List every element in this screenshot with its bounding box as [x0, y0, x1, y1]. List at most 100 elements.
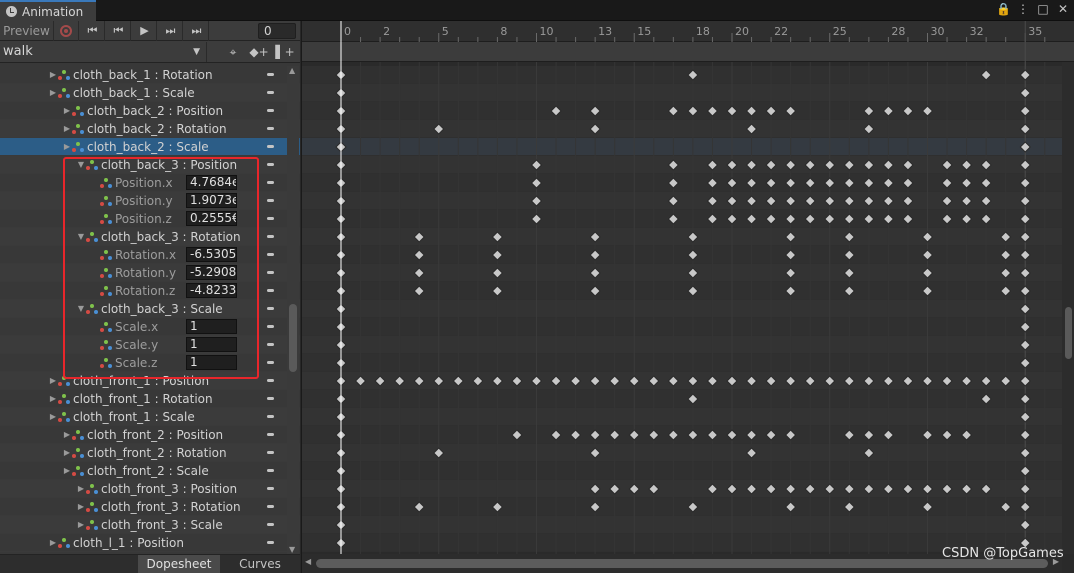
property-row-child[interactable]: Scale.y 1 [0, 336, 300, 354]
record-button[interactable] [54, 20, 79, 41]
property-value-field[interactable]: 1 [186, 319, 237, 334]
tab-dopesheet[interactable]: Dopesheet [138, 555, 220, 573]
property-row-child[interactable]: Scale.z 1 [0, 354, 300, 372]
property-row[interactable]: ▼ cloth_back_3 : Rotation [0, 228, 300, 246]
maximize-icon[interactable]: □ [1036, 2, 1050, 16]
remove-property-icon[interactable] [267, 451, 274, 454]
preview-button[interactable]: Preview [0, 20, 54, 41]
property-row[interactable]: ▶ cloth_front_1 : Rotation [0, 390, 300, 408]
property-value-field[interactable]: 4.7684e [186, 175, 237, 190]
remove-property-icon[interactable] [267, 199, 274, 202]
property-row[interactable]: ▶ cloth_front_1 : Scale [0, 408, 300, 426]
fold-toggle-icon[interactable]: ▶ [76, 502, 86, 511]
property-value-field[interactable]: -4.8233 [186, 283, 237, 298]
property-row[interactable]: ▶ cloth_front_1 : Position [0, 372, 300, 390]
scroll-up-icon[interactable]: ▲ [289, 66, 295, 75]
fold-toggle-icon[interactable]: ▶ [62, 448, 72, 457]
fold-toggle-icon[interactable]: ▶ [48, 412, 58, 421]
remove-property-icon[interactable] [267, 289, 274, 292]
property-row-child[interactable]: Rotation.x -6.5305 [0, 246, 300, 264]
remove-property-icon[interactable] [267, 523, 274, 526]
fold-toggle-icon[interactable]: ▼ [76, 160, 86, 169]
fold-toggle-icon[interactable]: ▶ [48, 70, 58, 79]
remove-property-icon[interactable] [267, 397, 274, 400]
property-row[interactable]: ▶ cloth_back_2 : Scale [0, 138, 300, 156]
last-keyframe-button[interactable]: ⏭ [183, 20, 209, 41]
property-row[interactable]: ▼ cloth_back_3 : Position [0, 156, 300, 174]
property-value-field[interactable]: 1 [186, 355, 237, 370]
property-row[interactable]: ▶ cloth_back_1 : Rotation [0, 66, 300, 84]
fold-toggle-icon[interactable]: ▶ [62, 124, 72, 133]
lock-icon[interactable]: 🔒 [996, 2, 1011, 16]
scroll-thumb[interactable] [289, 304, 297, 372]
animation-tab[interactable]: Animation [0, 0, 96, 21]
remove-property-icon[interactable] [267, 73, 274, 76]
dopesheet-scrollbar[interactable] [1062, 62, 1074, 554]
remove-property-icon[interactable] [267, 343, 274, 346]
property-row[interactable]: ▼ cloth_back_3 : Scale [0, 300, 300, 318]
property-row-child[interactable]: Scale.x 1 [0, 318, 300, 336]
remove-property-icon[interactable] [267, 325, 274, 328]
frame-input[interactable]: 0 [258, 23, 296, 39]
property-row[interactable]: ▶ cloth_front_3 : Rotation [0, 498, 300, 516]
fold-toggle-icon[interactable]: ▶ [62, 430, 72, 439]
property-value-field[interactable]: -6.5305 [186, 247, 237, 262]
property-row-child[interactable]: Rotation.y -5.2908 [0, 264, 300, 282]
remove-property-icon[interactable] [267, 361, 274, 364]
hscroll-thumb[interactable] [316, 559, 1048, 568]
remove-property-icon[interactable] [267, 415, 274, 418]
fold-toggle-icon[interactable]: ▼ [76, 304, 86, 313]
property-row-child[interactable]: Position.x 4.7684e [0, 174, 300, 192]
remove-property-icon[interactable] [267, 217, 274, 220]
scroll-down-icon[interactable]: ▼ [289, 545, 295, 554]
tab-curves[interactable]: Curves [221, 555, 299, 573]
property-row[interactable]: ▶ cloth_front_3 : Position [0, 480, 300, 498]
fold-toggle-icon[interactable]: ▶ [76, 520, 86, 529]
property-row[interactable]: ▶ cloth_front_2 : Position [0, 426, 300, 444]
property-row[interactable]: ▶ cloth_back_2 : Rotation [0, 120, 300, 138]
property-row[interactable]: ▶ cloth_back_2 : Position [0, 102, 300, 120]
remove-property-icon[interactable] [267, 127, 274, 130]
play-button[interactable]: ▶ [131, 20, 157, 41]
property-row[interactable]: ▶ cloth_back_1 : Scale [0, 84, 300, 102]
fold-toggle-icon[interactable]: ▶ [48, 394, 58, 403]
remove-property-icon[interactable] [267, 253, 274, 256]
fold-toggle-icon[interactable]: ▶ [48, 376, 58, 385]
fold-toggle-icon[interactable]: ▶ [76, 484, 86, 493]
fold-toggle-icon[interactable]: ▶ [62, 466, 72, 475]
add-event-button[interactable]: ▌+ [272, 42, 298, 62]
remove-property-icon[interactable] [267, 505, 274, 508]
remove-property-icon[interactable] [267, 307, 274, 310]
prev-keyframe-button[interactable]: ⏮ [105, 20, 131, 41]
fold-toggle-icon[interactable]: ▶ [48, 88, 58, 97]
remove-property-icon[interactable] [267, 379, 274, 382]
property-value-field[interactable]: 0.2555€ [186, 211, 237, 226]
fold-toggle-icon[interactable]: ▶ [48, 538, 58, 547]
remove-property-icon[interactable] [267, 109, 274, 112]
first-keyframe-button[interactable]: ⏮ [79, 20, 105, 41]
property-row[interactable]: ▶ cloth_front_2 : Rotation [0, 444, 300, 462]
remove-property-icon[interactable] [267, 163, 274, 166]
scroll-left-icon[interactable]: ◀ [305, 557, 311, 566]
fold-toggle-icon[interactable]: ▶ [62, 142, 72, 151]
remove-property-icon[interactable] [267, 487, 274, 490]
property-value-field[interactable]: 1 [186, 337, 237, 352]
property-row-child[interactable]: Position.y 1.9073e [0, 192, 300, 210]
add-keyframe-button[interactable]: ◆+ [246, 42, 272, 62]
remove-property-icon[interactable] [267, 91, 274, 94]
property-row[interactable]: ▶ cloth_front_2 : Scale [0, 462, 300, 480]
crosshair-icon[interactable]: ⌖ [220, 42, 246, 62]
property-scrollbar[interactable]: ▲ ▼ [287, 66, 299, 554]
close-icon[interactable]: ✕ [1056, 2, 1070, 16]
fold-toggle-icon[interactable]: ▶ [62, 106, 72, 115]
property-row[interactable]: ▶ cloth_l_1 : Position [0, 534, 300, 552]
property-value-field[interactable]: -5.2908 [186, 265, 237, 280]
menu-kebab-icon[interactable]: ⋮ [1016, 2, 1030, 16]
property-row-child[interactable]: Rotation.z -4.8233 [0, 282, 300, 300]
clip-dropdown[interactable]: walk ▼ [0, 42, 207, 62]
property-value-field[interactable]: 1.9073e [186, 193, 237, 208]
remove-property-icon[interactable] [267, 433, 274, 436]
remove-property-icon[interactable] [267, 145, 274, 148]
property-row[interactable]: ▶ cloth_front_3 : Scale [0, 516, 300, 534]
property-row-child[interactable]: Position.z 0.2555€ [0, 210, 300, 228]
